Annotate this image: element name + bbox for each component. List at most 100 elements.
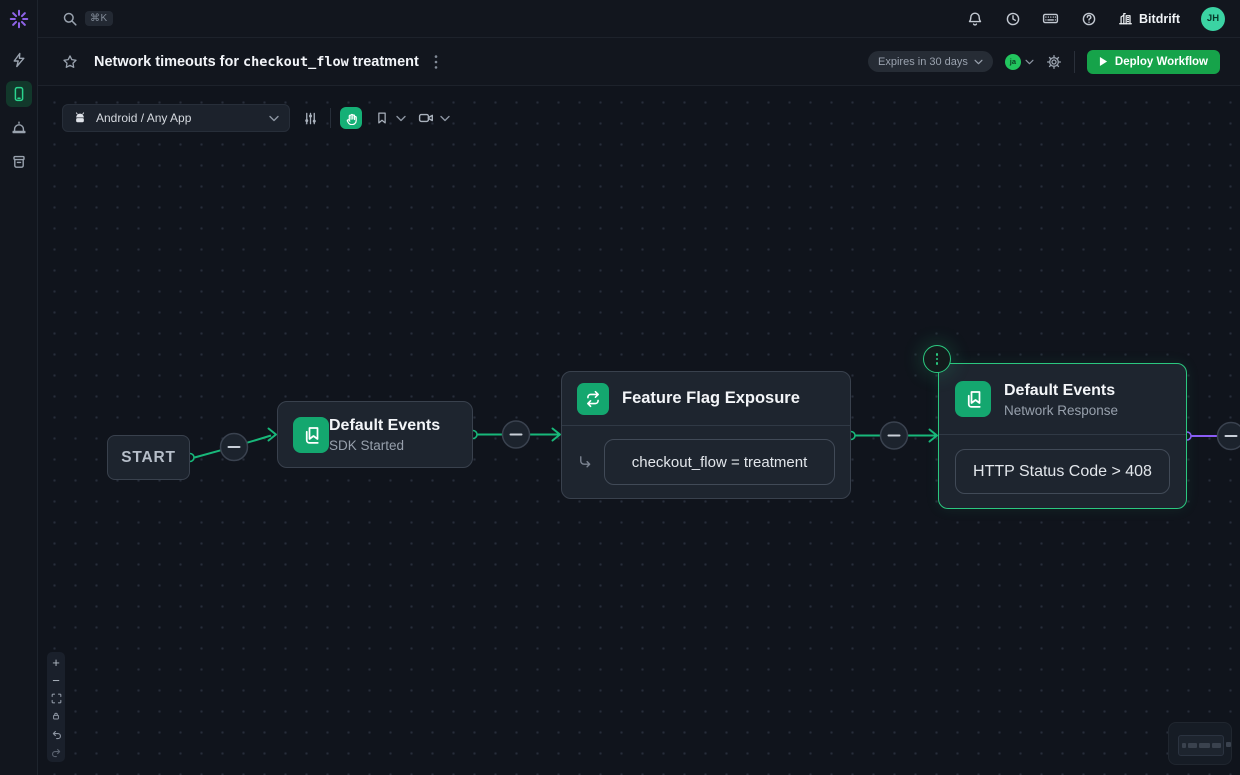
node-header: Feature Flag Exposure	[562, 372, 850, 426]
topbar: ⌘K Bitdrift	[38, 0, 1240, 38]
repeat-arrows-icon	[577, 383, 609, 415]
fit-view-icon	[51, 693, 62, 704]
titlebar-actions: Expires in 30 days ja	[868, 50, 1220, 74]
node-default-events-network-response[interactable]: Default Events Network Response HTTP Sta…	[938, 363, 1187, 509]
node-subtitle: SDK Started	[329, 438, 440, 453]
mobile-icon	[11, 86, 27, 102]
search-shortcut-badge: ⌘K	[85, 11, 113, 26]
keyboard-icon[interactable]	[1042, 10, 1059, 27]
sidebar-item-archive[interactable]	[6, 149, 32, 175]
bitdrift-logo-icon	[7, 7, 31, 31]
org-switcher[interactable]: Bitdrift	[1118, 11, 1180, 26]
redo-icon	[51, 747, 62, 758]
platform-select[interactable]: Android / Any App	[62, 104, 290, 132]
help-icon[interactable]	[1080, 10, 1097, 27]
filters-sliders-icon[interactable]	[299, 107, 321, 129]
canvas-toolbar: Android / Any App	[62, 104, 450, 132]
minimap-node	[1212, 743, 1221, 748]
chevron-down-icon	[1025, 59, 1034, 65]
recording-tool	[415, 107, 450, 129]
zoom-out-button[interactable]: −	[47, 671, 65, 689]
condition-pill[interactable]: checkout_flow = treatment	[604, 439, 835, 485]
edge-remove-button[interactable]	[881, 422, 908, 449]
minimap-node	[1199, 743, 1210, 748]
user-avatar[interactable]: JH	[1201, 7, 1225, 31]
chevron-down-icon[interactable]	[440, 115, 450, 122]
sidebar-item-alert[interactable]	[6, 115, 32, 141]
minimap-node	[1182, 743, 1186, 748]
archive-icon	[11, 154, 27, 170]
zoom-in-button[interactable]: +	[47, 653, 65, 671]
global-search[interactable]: ⌘K	[62, 11, 113, 27]
node-default-events-sdk-started[interactable]: Default Events SDK Started	[277, 401, 473, 468]
kebab-icon	[936, 353, 939, 365]
node-title: Default Events	[329, 416, 440, 436]
topbar-right: Bitdrift JH	[966, 7, 1225, 31]
collaborator-avatar: ja	[1005, 54, 1021, 70]
node-text: Default Events SDK Started	[329, 416, 440, 453]
history-clock-icon[interactable]	[1004, 10, 1021, 27]
video-camera-icon[interactable]	[415, 107, 437, 129]
minimap-node	[1188, 743, 1197, 748]
workflow-titlebar: Network timeouts for checkout_flow treat…	[38, 38, 1240, 86]
minimap-viewport	[1178, 735, 1224, 756]
sidebar-item-flash[interactable]	[6, 47, 32, 73]
node-header: Default Events Network Response	[939, 364, 1186, 435]
bookmarks-tool	[371, 107, 406, 129]
edge-remove-button[interactable]	[221, 434, 248, 461]
main-column: ⌘K Bitdrift	[38, 0, 1240, 775]
lock-icon	[51, 711, 61, 721]
pan-hand-tool-button[interactable]	[340, 107, 362, 129]
notifications-bell-icon[interactable]	[966, 10, 983, 27]
workflow-title-prefix: Network timeouts for	[94, 54, 243, 70]
edge-remove-button[interactable]	[1218, 423, 1240, 450]
lock-interactivity-button[interactable]	[47, 707, 65, 725]
app-root: ⌘K Bitdrift	[0, 0, 1240, 775]
node-title: Feature Flag Exposure	[622, 388, 800, 409]
condition-pill[interactable]: HTTP Status Code > 408	[955, 449, 1170, 494]
node-body: HTTP Status Code > 408	[939, 435, 1186, 508]
fit-view-button[interactable]	[47, 689, 65, 707]
workflow-settings-gear-icon[interactable]	[1046, 54, 1062, 70]
node-kebab-menu-button[interactable]	[923, 345, 951, 373]
deploy-workflow-label: Deploy Workflow	[1115, 56, 1208, 68]
redo-button[interactable]	[47, 743, 65, 761]
platform-select-value: Android / Any App	[96, 111, 191, 125]
minimap-node	[1226, 742, 1231, 747]
brand-name: Bitdrift	[1139, 12, 1180, 26]
hand-icon	[345, 112, 358, 125]
start-node[interactable]: START	[107, 435, 190, 480]
titlebar-divider	[1074, 51, 1075, 73]
flash-icon	[11, 52, 27, 68]
journal-bookmark-icon	[955, 381, 991, 417]
workflow-title: Network timeouts for checkout_flow treat…	[94, 54, 419, 70]
undo-icon	[51, 729, 62, 740]
edge-remove-button[interactable]	[503, 421, 530, 448]
expires-dropdown[interactable]: Expires in 30 days	[868, 51, 993, 72]
android-icon	[73, 111, 87, 125]
node-body: checkout_flow = treatment	[562, 426, 850, 498]
node-feature-flag-exposure[interactable]: Feature Flag Exposure checkout_flow = tr…	[561, 371, 851, 499]
node-subtitle: Network Response	[1004, 403, 1118, 418]
title-kebab-menu-icon[interactable]	[434, 54, 438, 70]
chevron-down-icon[interactable]	[396, 115, 406, 122]
sidebar-item-mobile[interactable]	[6, 81, 32, 107]
bookmark-icon[interactable]	[371, 107, 393, 129]
canvas-controls: + −	[47, 652, 65, 762]
deploy-workflow-button[interactable]: Deploy Workflow	[1087, 50, 1220, 74]
collaborator-dropdown[interactable]: ja	[1005, 54, 1034, 70]
node-text: Default Events Network Response	[1004, 381, 1118, 418]
chevron-down-icon	[269, 115, 279, 122]
workflow-title-suffix: treatment	[349, 54, 419, 70]
edge-arrowhead	[269, 429, 277, 441]
toolbar-divider	[330, 108, 331, 128]
favorite-star-icon[interactable]	[62, 54, 78, 70]
building-icon	[1118, 11, 1133, 26]
chevron-down-icon	[974, 59, 983, 65]
workflow-canvas[interactable]: Android / Any App	[38, 86, 1240, 775]
workflow-title-flag-name: checkout_flow	[243, 54, 349, 70]
minimap[interactable]	[1168, 722, 1232, 765]
undo-button[interactable]	[47, 725, 65, 743]
play-icon	[1099, 56, 1108, 67]
sidebar	[0, 0, 38, 775]
